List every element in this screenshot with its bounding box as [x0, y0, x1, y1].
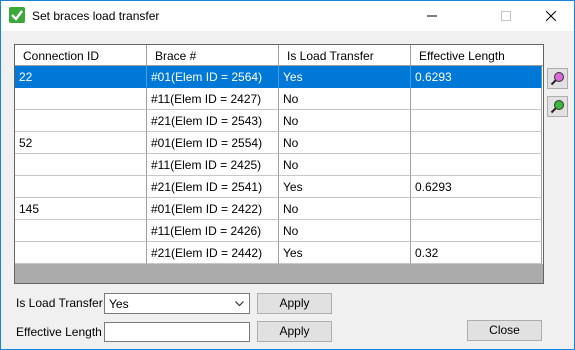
column-header-brace[interactable]: Brace # — [147, 45, 279, 66]
load-transfer-value: Yes — [109, 297, 129, 311]
cell-connection-id[interactable] — [15, 110, 147, 132]
close-window-button[interactable] — [528, 1, 574, 31]
effective-length-label: Effective Length — [16, 325, 102, 339]
cell-load-transfer[interactable]: No — [279, 198, 411, 220]
cell-connection-id[interactable]: 52 — [15, 132, 147, 154]
cell-effective-length[interactable] — [411, 110, 542, 132]
chevron-down-icon — [235, 301, 244, 307]
close-button[interactable]: Close — [467, 320, 542, 341]
load-transfer-label: Is Load Transfer — [16, 296, 103, 310]
table-row[interactable]: #11(Elem ID = 2425) No — [15, 154, 543, 176]
zoom-magenta-icon — [550, 72, 564, 86]
effective-length-input[interactable] — [104, 322, 250, 342]
zoom-green-button[interactable] — [547, 96, 568, 117]
checkmark-icon — [9, 7, 25, 23]
maximize-button — [483, 1, 529, 31]
column-header-connection-id[interactable]: Connection ID — [15, 45, 147, 66]
cell-effective-length[interactable] — [411, 132, 542, 154]
cell-load-transfer[interactable]: Yes — [279, 242, 411, 264]
cell-effective-length[interactable] — [411, 154, 542, 176]
cell-load-transfer[interactable]: No — [279, 220, 411, 242]
cell-brace[interactable]: #01(Elem ID = 2564) — [147, 66, 279, 88]
table-row[interactable]: #21(Elem ID = 2541) Yes 0.6293 — [15, 176, 543, 198]
table-row[interactable]: #11(Elem ID = 2426) No — [15, 220, 543, 242]
window-title: Set braces load transfer — [32, 9, 160, 23]
cell-connection-id[interactable]: 145 — [15, 198, 147, 220]
cell-brace[interactable]: #11(Elem ID = 2425) — [147, 154, 279, 176]
cell-connection-id[interactable] — [15, 176, 147, 198]
cell-load-transfer[interactable]: No — [279, 88, 411, 110]
cell-connection-id[interactable]: 22 — [15, 66, 147, 88]
cell-connection-id[interactable] — [15, 242, 147, 264]
cell-effective-length[interactable] — [411, 220, 542, 242]
cell-effective-length[interactable] — [411, 198, 542, 220]
table-row[interactable]: #21(Elem ID = 2442) Yes 0.32 — [15, 242, 543, 264]
cell-brace[interactable]: #21(Elem ID = 2442) — [147, 242, 279, 264]
cell-brace[interactable]: #11(Elem ID = 2427) — [147, 88, 279, 110]
cell-brace[interactable]: #11(Elem ID = 2426) — [147, 220, 279, 242]
table-row[interactable]: #21(Elem ID = 2543) No — [15, 110, 543, 132]
zoom-magenta-button[interactable] — [547, 68, 568, 89]
cell-connection-id[interactable] — [15, 220, 147, 242]
cell-load-transfer[interactable]: No — [279, 110, 411, 132]
minimize-button[interactable] — [409, 1, 455, 31]
maximize-icon — [501, 11, 511, 21]
minimize-icon — [427, 15, 437, 17]
load-transfer-select[interactable]: Yes — [104, 293, 250, 314]
apply-effective-length-button[interactable]: Apply — [257, 321, 332, 342]
column-header-effective-length[interactable]: Effective Length — [411, 45, 543, 66]
cell-brace[interactable]: #01(Elem ID = 2422) — [147, 198, 279, 220]
cell-load-transfer[interactable]: Yes — [279, 176, 411, 198]
title-bar: Set braces load transfer — [1, 1, 574, 31]
cell-load-transfer[interactable]: No — [279, 132, 411, 154]
dialog-window: Set braces load transfer Connection ID B… — [0, 0, 575, 350]
cell-effective-length[interactable]: 0.32 — [411, 242, 542, 264]
cell-effective-length[interactable] — [411, 88, 542, 110]
cell-brace[interactable]: #01(Elem ID = 2554) — [147, 132, 279, 154]
table-row[interactable]: 52 #01(Elem ID = 2554) No — [15, 132, 543, 154]
table-row[interactable]: #11(Elem ID = 2427) No — [15, 88, 543, 110]
braces-grid[interactable]: Connection ID Brace # Is Load Transfer E… — [14, 44, 544, 284]
cell-effective-length[interactable]: 0.6293 — [411, 66, 542, 88]
table-row[interactable]: 145 #01(Elem ID = 2422) No — [15, 198, 543, 220]
cell-brace[interactable]: #21(Elem ID = 2541) — [147, 176, 279, 198]
cell-brace[interactable]: #21(Elem ID = 2543) — [147, 110, 279, 132]
column-header-load-transfer[interactable]: Is Load Transfer — [279, 45, 411, 66]
cell-connection-id[interactable] — [15, 88, 147, 110]
cell-load-transfer[interactable]: No — [279, 154, 411, 176]
grid-header: Connection ID Brace # Is Load Transfer E… — [15, 45, 543, 66]
cell-load-transfer[interactable]: Yes — [279, 66, 411, 88]
cell-effective-length[interactable]: 0.6293 — [411, 176, 542, 198]
apply-load-transfer-button[interactable]: Apply — [257, 293, 332, 314]
table-row[interactable]: 22 #01(Elem ID = 2564) Yes 0.6293 — [15, 66, 543, 88]
close-icon — [546, 11, 556, 21]
cell-connection-id[interactable] — [15, 154, 147, 176]
zoom-green-icon — [550, 100, 564, 114]
